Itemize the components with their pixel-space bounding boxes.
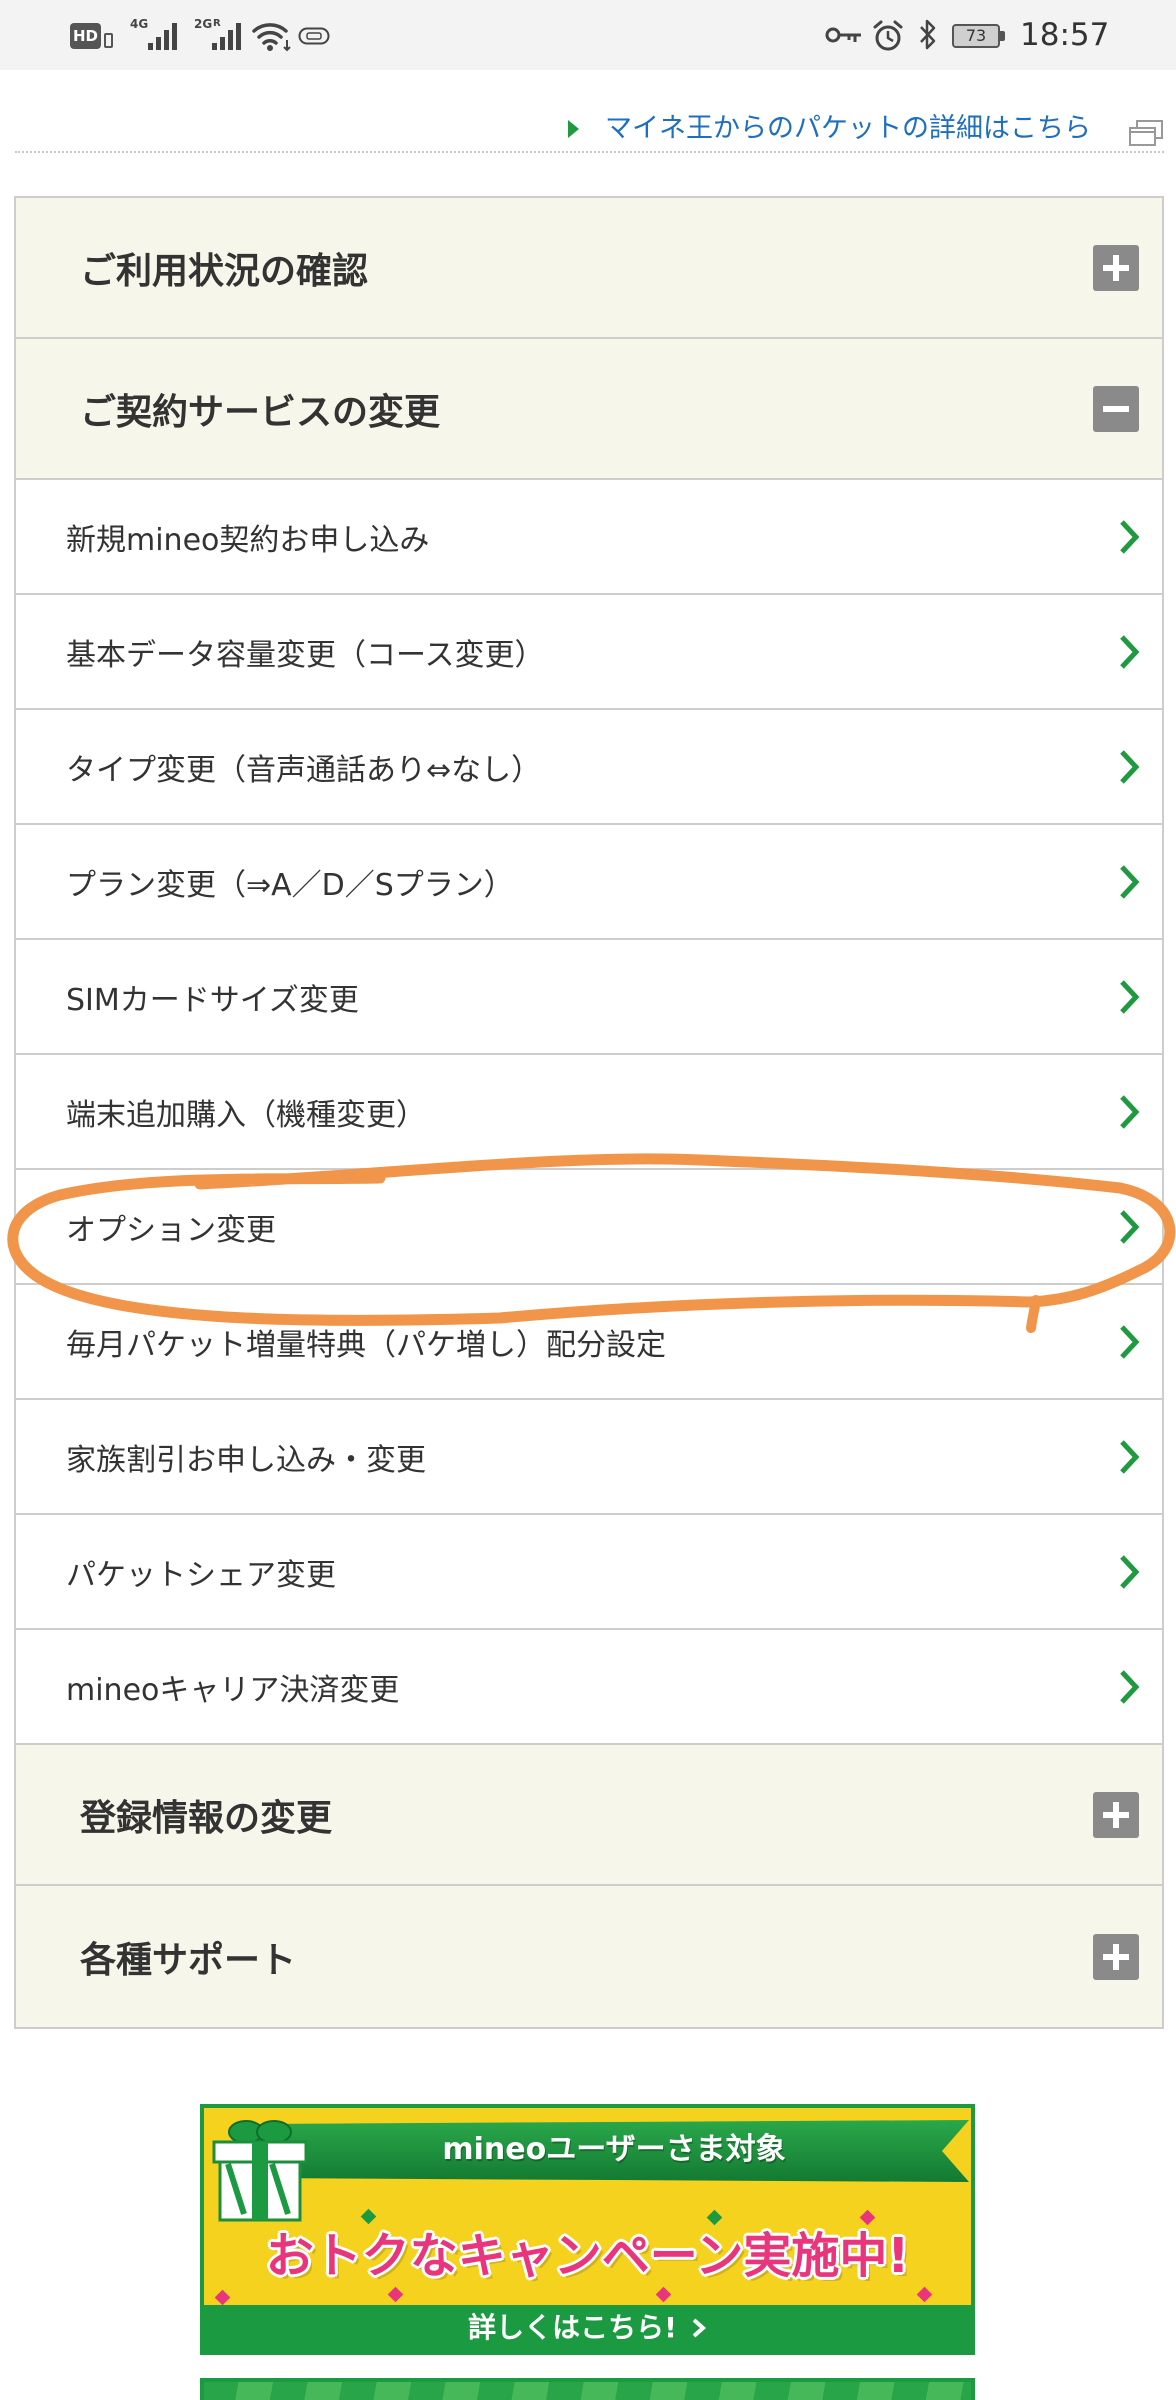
confetti: [360, 2208, 377, 2225]
bluetooth-icon: [920, 19, 936, 50]
menu-item-label: オプション変更: [66, 1212, 276, 1248]
section-contract-service-change[interactable]: ご契約サービスの変更: [16, 339, 1162, 480]
menu-item-label: 毎月パケット増量特典（パケ増し）配分設定: [66, 1327, 666, 1363]
vpn-key-icon: [825, 27, 861, 43]
confetti: [387, 2286, 404, 2303]
menu-item-data-course-change[interactable]: 基本データ容量変更（コース変更）: [16, 595, 1162, 710]
menu-item-label: パケットシェア変更: [66, 1557, 336, 1593]
section-usage-status[interactable]: ご利用状況の確認: [16, 198, 1162, 339]
menu-item-family-discount[interactable]: 家族割引お申し込み・変更: [16, 1400, 1162, 1515]
chevron-right-icon: [1120, 519, 1140, 554]
chevron-right-icon: [1120, 1094, 1140, 1129]
section-title: 登録情報の変更: [80, 1797, 333, 1839]
chevron-right-icon: [1120, 979, 1140, 1014]
menu-item-label: 基本データ容量変更（コース変更）: [66, 637, 545, 673]
chevron-right-icon: [1120, 1554, 1140, 1589]
menu-item-option-change[interactable]: オプション変更: [16, 1170, 1162, 1285]
signal-icon: [212, 23, 241, 50]
status-time: 18:57: [1020, 17, 1110, 53]
menu-item-label: 家族割引お申し込み・変更: [66, 1442, 426, 1478]
chevron-right-icon: [1120, 1209, 1140, 1244]
sim2-network-label: 2G: [194, 17, 213, 31]
banner-cta-label: 詳しくはこちら!: [468, 2311, 677, 2344]
section-support[interactable]: 各種サポート: [16, 1886, 1162, 2027]
menu-item-new-contract[interactable]: 新規mineo契約お申し込み: [16, 480, 1162, 595]
nfc-icon: [298, 27, 330, 45]
secondary-banner[interactable]: [200, 2378, 975, 2400]
menu-item-sim-size-change[interactable]: SIMカードサイズ変更: [16, 940, 1162, 1055]
section-title: ご契約サービスの変更: [80, 391, 441, 433]
menu-item-packet-bonus-settings[interactable]: 毎月パケット増量特典（パケ増し）配分設定: [16, 1285, 1162, 1400]
hd-call-icon: [104, 33, 113, 48]
menu-item-label: mineoキャリア決済変更: [66, 1672, 400, 1708]
menu-item-label: プラン変更（⇒A／D／Sプラン）: [66, 867, 514, 903]
campaign-banner[interactable]: mineoユーザーさま対象 おトクなキャンペーン実施中! 詳しくはこちら!: [200, 2104, 975, 2355]
battery-cap: [1000, 31, 1005, 41]
confetti: [706, 2209, 723, 2226]
confetti: [214, 2289, 231, 2306]
menu-item-carrier-billing[interactable]: mineoキャリア決済変更: [16, 1630, 1162, 1745]
alarm-icon: [873, 20, 903, 51]
chevron-right-icon: [1120, 1669, 1140, 1704]
chevron-right-icon: [692, 2318, 706, 2338]
chevron-right-icon: [1120, 1439, 1140, 1474]
gift-box-icon: [212, 2120, 308, 2222]
menu-item-device-purchase[interactable]: 端末追加購入（機種変更）: [16, 1055, 1162, 1170]
menu-item-label: 新規mineo契約お申し込み: [66, 522, 430, 558]
banner-ribbon-text: mineoユーザーさま対象: [442, 2132, 786, 2167]
menu-item-type-change[interactable]: タイプ変更（音声通話あり⇔なし）: [16, 710, 1162, 825]
menu-item-label: タイプ変更（音声通話あり⇔なし）: [66, 752, 542, 788]
divider: [15, 151, 1164, 153]
menu-item-packet-share[interactable]: パケットシェア変更: [16, 1515, 1162, 1630]
plus-icon: [1093, 1791, 1139, 1838]
minus-icon: [1093, 385, 1139, 432]
plus-icon: [1093, 1933, 1139, 1980]
signal-icon: [148, 23, 177, 50]
packet-details-link[interactable]: マイネ王からのパケットの詳細はこちら: [566, 110, 1091, 148]
banner-headline: おトクなキャンペーン実施中!: [265, 2228, 910, 2284]
chevron-right-icon: [1120, 864, 1140, 899]
section-registration-info[interactable]: 登録情報の変更: [16, 1745, 1162, 1886]
packet-details-link-label: マイネ王からのパケットの詳細はこちら: [605, 113, 1091, 144]
hd-icon: HD: [70, 23, 101, 49]
battery-icon: 73: [952, 24, 1000, 48]
wifi-icon: [252, 23, 291, 52]
status-bar: HD 4G 2G R 73 18:57: [0, 0, 1176, 70]
section-title: ご利用状況の確認: [80, 250, 369, 292]
confetti: [916, 2286, 933, 2303]
chevron-right-icon: [1120, 634, 1140, 669]
chevron-right-icon: [1120, 1324, 1140, 1359]
sim1-network-label: 4G: [130, 17, 149, 31]
menu-item-label: SIMカードサイズ変更: [66, 982, 359, 1018]
plus-icon: [1093, 244, 1139, 291]
triangle-right-icon: [568, 120, 579, 138]
account-menu: ご利用状況の確認 ご契約サービスの変更 新規mineo契約お申し込み 基本データ…: [14, 196, 1164, 2029]
chevron-right-icon: [1120, 749, 1140, 784]
section-title: 各種サポート: [80, 1939, 297, 1981]
confetti: [859, 2209, 876, 2226]
banner-cta[interactable]: 詳しくはこちら!: [204, 2305, 971, 2351]
confetti: [655, 2286, 672, 2303]
external-window-icon: [1129, 120, 1163, 146]
menu-item-label: 端末追加購入（機種変更）: [66, 1097, 426, 1133]
menu-item-plan-change[interactable]: プラン変更（⇒A／D／Sプラン）: [16, 825, 1162, 940]
